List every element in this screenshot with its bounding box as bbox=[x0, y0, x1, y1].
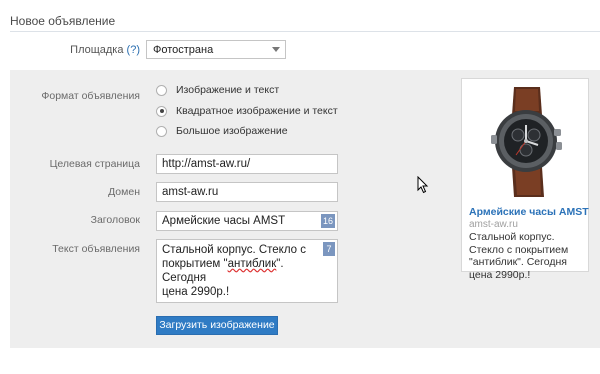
title-divider bbox=[10, 31, 600, 32]
preview-text: Стальной корпус. Стекло с покрытием "ант… bbox=[469, 231, 569, 281]
preview-domain: amst-aw.ru bbox=[469, 219, 518, 230]
platform-label: Площадка (?) bbox=[70, 44, 140, 56]
platform-help-link[interactable]: (?) bbox=[127, 44, 140, 56]
upload-image-button[interactable]: Загрузить изображение bbox=[156, 316, 278, 335]
ad-text-textarea[interactable]: Стальной корпус. Стекло с покрытием "ант… bbox=[156, 239, 338, 303]
ad-text-line: покрытием "антиблик". Сегодня bbox=[162, 258, 284, 284]
domain-value: amst-aw.ru bbox=[162, 186, 219, 198]
ad-format-option-image-text[interactable]: Изображение и текст bbox=[156, 82, 279, 98]
ad-preview-card: Армейские часы AMST amst-aw.ru Стальной … bbox=[461, 78, 589, 281]
headline-value: Армейские часы AMST bbox=[162, 215, 286, 227]
domain-label: Домен bbox=[108, 186, 140, 198]
ad-text-label: Текст объявления bbox=[52, 243, 140, 255]
ad-format-option-label: Квадратное изображение и текст bbox=[176, 105, 338, 117]
headline-input[interactable]: Армейские часы AMST 16 bbox=[156, 211, 338, 231]
spellcheck-word: антиблик bbox=[227, 258, 277, 270]
radio-button-checked[interactable] bbox=[156, 105, 167, 117]
ad-text-line: цена 2990р.! bbox=[162, 286, 230, 298]
ad-text-line: Стальной корпус. Стекло с bbox=[162, 244, 307, 256]
chevron-down-icon bbox=[272, 47, 280, 52]
ad-format-label: Формат объявления bbox=[41, 90, 140, 102]
ad-format-option-label: Большое изображение bbox=[176, 125, 288, 137]
target-page-label: Целевая страница bbox=[49, 158, 140, 170]
preview-title[interactable]: Армейские часы AMST bbox=[469, 206, 589, 218]
ad-settings-panel: Формат объявления Изображение и текст Кв… bbox=[10, 70, 600, 348]
platform-select[interactable]: Фотострана bbox=[146, 40, 286, 59]
radio-button[interactable] bbox=[156, 125, 167, 137]
ad-format-option-square-image-text[interactable]: Квадратное изображение и текст bbox=[156, 103, 338, 119]
mouse-cursor-icon bbox=[417, 176, 429, 194]
platform-select-value: Фотострана bbox=[153, 44, 214, 56]
ad-format-option-big-image[interactable]: Большое изображение bbox=[156, 123, 288, 139]
target-page-value: http://amst-aw.ru/ bbox=[162, 158, 251, 170]
ad-text-char-counter: 7 bbox=[323, 242, 335, 256]
platform-label-text: Площадка bbox=[70, 44, 124, 56]
headline-label: Заголовок bbox=[90, 214, 140, 226]
platform-row: Площадка (?) Фотострана bbox=[0, 40, 600, 60]
radio-button[interactable] bbox=[156, 84, 167, 96]
watch-image bbox=[470, 85, 582, 197]
target-page-input[interactable]: http://amst-aw.ru/ bbox=[156, 154, 338, 174]
page-title: Новое объявление bbox=[10, 14, 116, 28]
headline-char-counter: 16 bbox=[320, 214, 335, 228]
domain-input[interactable]: amst-aw.ru bbox=[156, 182, 338, 202]
ad-format-option-label: Изображение и текст bbox=[176, 84, 280, 96]
